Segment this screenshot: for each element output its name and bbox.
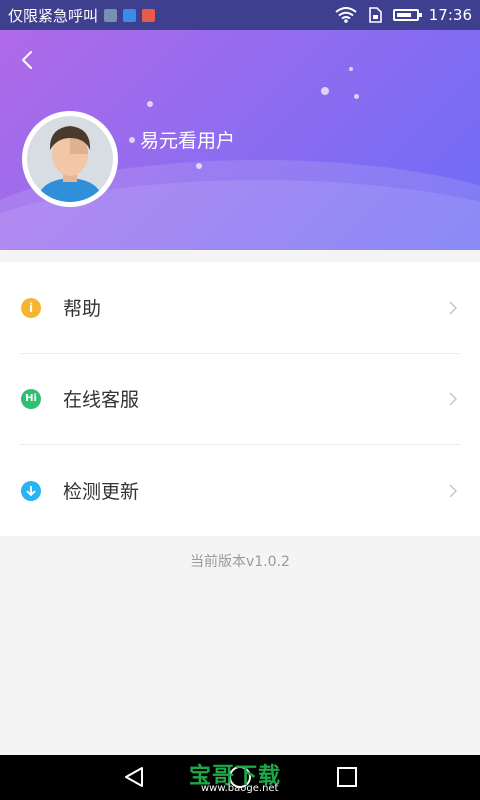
wifi-icon [335,7,357,23]
chevron-right-icon [449,300,458,315]
chevron-right-icon [449,391,458,406]
decor-dot [129,137,135,143]
notification-blocked-icon [142,8,156,22]
settings-menu: i 帮助 Hi 在线客服 检测更新 [0,262,480,536]
menu-item-label: 检测更新 [63,481,140,503]
decor-dot [354,94,359,99]
info-icon: i [21,297,41,318]
decor-dot [349,67,353,71]
notification-app-icon [123,8,137,22]
decor-dot [321,87,329,95]
chevron-right-icon [449,483,458,498]
decor-dot [147,101,153,107]
chevron-left-icon[interactable] [16,48,40,72]
user-avatar-icon [37,126,103,202]
battery-icon [392,9,422,21]
watermark-url: www.baoge.net [201,783,279,794]
carrier-text: 仅限紧急呼叫 [8,6,99,25]
avatar[interactable] [22,111,118,207]
menu-item-label: 在线客服 [63,389,140,411]
menu-item-online-service[interactable]: Hi 在线客服 [0,353,480,444]
status-bar: 仅限紧急呼叫 17:36 [0,0,480,30]
version-text: 当前版本v1.0.2 [190,554,290,570]
menu-item-label: 帮助 [63,298,102,320]
notification-image-icon [104,8,118,22]
menu-item-check-update[interactable]: 检测更新 [0,445,480,536]
profile-header: 易元看用户 [0,30,480,250]
decor-dot [196,163,202,169]
username: 易元看用户 [140,130,236,152]
menu-item-help[interactable]: i 帮助 [0,262,480,353]
chat-hi-icon: Hi [21,388,41,409]
sim-icon [368,7,382,23]
download-arrow-icon [21,480,41,501]
back-triangle-icon[interactable] [122,765,146,789]
clock: 17:36 [428,6,472,24]
recents-square-icon[interactable] [335,765,359,789]
